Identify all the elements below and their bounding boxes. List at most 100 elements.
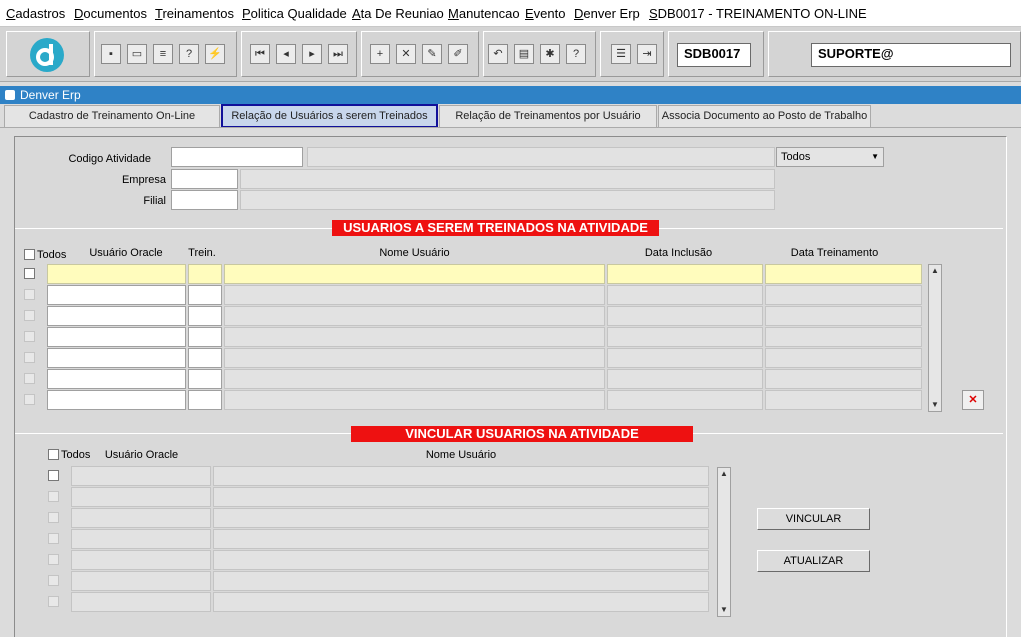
- link-nome-usuario-cell: [213, 529, 709, 549]
- atualizar-button[interactable]: ATUALIZAR: [757, 550, 870, 572]
- save-icon[interactable]: ▪: [101, 44, 121, 64]
- col-trein: Trein.: [188, 247, 216, 259]
- menu-icon[interactable]: ☰: [611, 44, 631, 64]
- trein-cell[interactable]: [188, 306, 222, 326]
- tab-relacao-usuarios[interactable]: Relação de Usuários a serem Treinados: [221, 104, 438, 128]
- edit-record-icon[interactable]: ✎: [422, 44, 442, 64]
- menu-window-title[interactable]: SDB0017 - TREINAMENTO ON-LINE: [649, 6, 867, 21]
- row-checkbox[interactable]: [24, 352, 35, 363]
- menu-bar: Cadastros Documentos Treinamentos Politi…: [0, 0, 1021, 27]
- link-row-checkbox[interactable]: [48, 470, 59, 481]
- menu-politica-qualidade[interactable]: Politica Qualidade: [242, 6, 347, 21]
- scroll-down-icon[interactable]: ▼: [718, 604, 730, 616]
- link-row-checkbox[interactable]: [48, 575, 59, 586]
- link-row-checkbox[interactable]: [48, 533, 59, 544]
- usuario-oracle-cell[interactable]: [47, 285, 186, 305]
- print-icon[interactable]: ≡: [153, 44, 173, 64]
- section2-title: VINCULAR USUARIOS NA ATIVIDADE: [351, 426, 693, 442]
- codigo-atividade-input[interactable]: [171, 147, 303, 167]
- vincular-button[interactable]: VINCULAR: [757, 508, 870, 530]
- trein-cell[interactable]: [188, 369, 222, 389]
- link-usuario-oracle-cell: [71, 550, 211, 570]
- help-query-icon[interactable]: ?: [179, 44, 199, 64]
- form-code-group: SDB0017: [668, 31, 764, 77]
- row-checkbox[interactable]: [24, 268, 35, 279]
- atividade-description: [307, 147, 775, 167]
- menu-documentos[interactable]: Documentos: [74, 6, 147, 21]
- data-treinamento-cell: [765, 348, 922, 368]
- link-row-checkbox[interactable]: [48, 512, 59, 523]
- clear-record-icon[interactable]: ✐: [448, 44, 468, 64]
- row-checkbox[interactable]: [24, 373, 35, 384]
- data-inclusao-cell: [607, 369, 763, 389]
- select-all-link-checkbox[interactable]: [48, 449, 59, 460]
- trein-cell[interactable]: [188, 327, 222, 347]
- window-icon[interactable]: ▭: [127, 44, 147, 64]
- clipboard-icon[interactable]: ▤: [514, 44, 534, 64]
- next-record-icon[interactable]: ▸: [302, 44, 322, 64]
- data-inclusao-cell: [607, 306, 763, 326]
- navigation-group: ⏮ ◂ ▸ ⏭: [241, 31, 357, 77]
- tools-icon[interactable]: ✱: [540, 44, 560, 64]
- scroll-up-icon[interactable]: ▲: [929, 265, 941, 277]
- nome-usuario-cell: [224, 327, 605, 347]
- data-inclusao-cell: [607, 327, 763, 347]
- trein-cell[interactable]: [188, 390, 222, 410]
- usuario-oracle-cell[interactable]: [47, 306, 186, 326]
- user-group: SUPORTE@: [768, 31, 1021, 77]
- help-icon[interactable]: ?: [566, 44, 586, 64]
- col2-usuario-oracle: Usuário Oracle: [104, 449, 179, 461]
- codigo-atividade-label: Codigo Atividade: [68, 153, 151, 165]
- previous-record-icon[interactable]: ◂: [276, 44, 296, 64]
- status-select[interactable]: Todos ▼: [776, 147, 884, 167]
- row-checkbox[interactable]: [24, 394, 35, 405]
- tab-relacao-treinamentos[interactable]: Relação de Treinamentos por Usuário: [439, 105, 657, 127]
- delete-record-icon[interactable]: ✕: [962, 390, 984, 410]
- row-checkbox[interactable]: [24, 331, 35, 342]
- menu-treinamentos[interactable]: Treinamentos: [155, 6, 234, 21]
- tab-cadastro-treinamento[interactable]: Cadastro de Treinamento On-Line: [4, 105, 220, 127]
- link-usuario-oracle-cell: [71, 592, 211, 612]
- menu-manutencao[interactable]: Manutencao: [448, 6, 520, 21]
- link-row-checkbox[interactable]: [48, 596, 59, 607]
- usuario-oracle-cell[interactable]: [47, 390, 186, 410]
- insert-record-icon[interactable]: +: [370, 44, 390, 64]
- trein-cell[interactable]: [188, 348, 222, 368]
- trein-cell[interactable]: [188, 264, 222, 284]
- undo-icon[interactable]: ↶: [488, 44, 508, 64]
- usuario-oracle-cell[interactable]: [47, 369, 186, 389]
- link-row-checkbox[interactable]: [48, 554, 59, 565]
- usuario-oracle-cell[interactable]: [47, 327, 186, 347]
- row-checkbox[interactable]: [24, 289, 35, 300]
- tab-associa-documento[interactable]: Associa Documento ao Posto de Trabalho: [658, 105, 871, 127]
- select-all-checkbox[interactable]: [24, 249, 35, 260]
- run-query-icon[interactable]: ⚡: [205, 44, 225, 64]
- empresa-label: Empresa: [121, 174, 166, 186]
- exit-icon[interactable]: ⇥: [637, 44, 657, 64]
- usuario-oracle-cell[interactable]: [47, 264, 186, 284]
- grid1-scrollbar[interactable]: ▲ ▼: [928, 264, 942, 412]
- menu-cadastros[interactable]: Cadastros: [6, 6, 65, 21]
- grid2-scrollbar[interactable]: ▲ ▼: [717, 467, 731, 617]
- link-usuario-oracle-cell: [71, 487, 211, 507]
- link-nome-usuario-cell: [213, 592, 709, 612]
- scroll-up-icon[interactable]: ▲: [718, 468, 730, 480]
- col-nome-usuario: Nome Usuário: [379, 247, 450, 259]
- menu-ata-de-reuniao[interactable]: Ata De Reuniao: [352, 6, 444, 21]
- empresa-input[interactable]: [171, 169, 238, 189]
- col2-nome-usuario: Nome Usuário: [425, 449, 497, 461]
- delete-record-icon[interactable]: ✕: [396, 44, 416, 64]
- menu-evento[interactable]: Evento: [525, 6, 565, 21]
- scroll-down-icon[interactable]: ▼: [929, 399, 941, 411]
- last-record-icon[interactable]: ⏭: [328, 44, 348, 64]
- link-usuario-oracle-cell: [71, 529, 211, 549]
- first-record-icon[interactable]: ⏮: [250, 44, 270, 64]
- data-treinamento-cell: [765, 285, 922, 305]
- trein-cell[interactable]: [188, 285, 222, 305]
- menu-denver-erp[interactable]: Denver Erp: [574, 6, 640, 21]
- usuario-oracle-cell[interactable]: [47, 348, 186, 368]
- link-nome-usuario-cell: [213, 550, 709, 570]
- row-checkbox[interactable]: [24, 310, 35, 321]
- filial-input[interactable]: [171, 190, 238, 210]
- link-row-checkbox[interactable]: [48, 491, 59, 502]
